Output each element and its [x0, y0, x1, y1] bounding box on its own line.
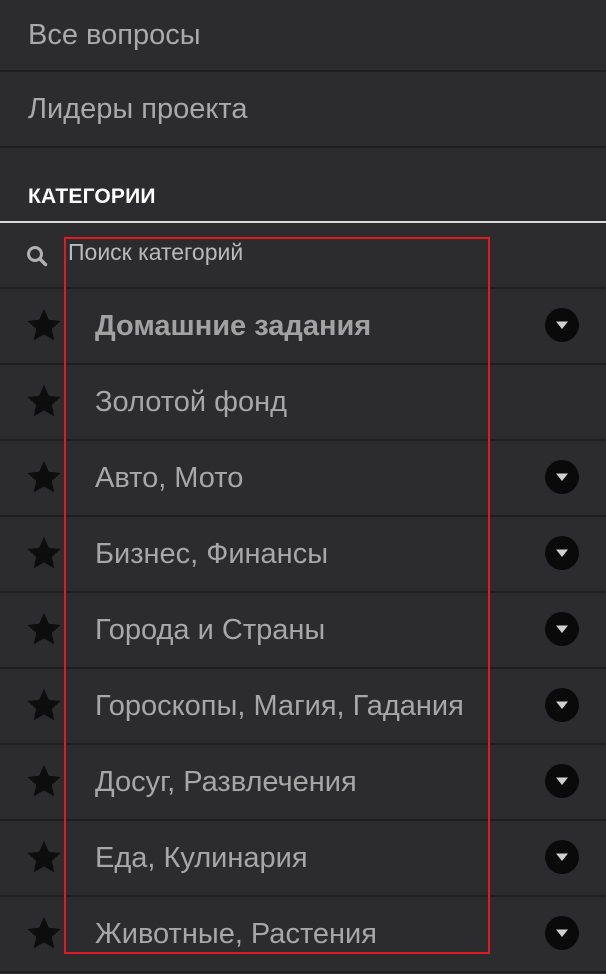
- star-icon[interactable]: [25, 914, 63, 952]
- chevron-down-icon[interactable]: [545, 764, 579, 798]
- chevron-down-icon[interactable]: [545, 536, 579, 570]
- star-icon[interactable]: [25, 306, 63, 344]
- star-icon[interactable]: [25, 610, 63, 648]
- nav-item-project-leaders[interactable]: Лидеры проекта: [0, 72, 606, 148]
- category-row[interactable]: Города и Страны: [0, 593, 606, 669]
- star-icon[interactable]: [25, 458, 63, 496]
- category-label: Досуг, Развлечения: [95, 765, 357, 798]
- star-icon[interactable]: [25, 838, 63, 876]
- categories-header-label: КАТЕГОРИИ: [28, 185, 156, 208]
- category-row[interactable]: Домашние задания: [0, 289, 606, 365]
- category-row[interactable]: Животные, Растения: [0, 897, 606, 973]
- category-label: Города и Страны: [95, 613, 326, 646]
- nav-item-label: Все вопросы: [28, 18, 201, 51]
- star-icon[interactable]: [25, 762, 63, 800]
- category-label: Домашние задания: [95, 309, 372, 342]
- category-label: Авто, Мото: [95, 461, 244, 494]
- star-icon[interactable]: [25, 382, 63, 420]
- chevron-down-icon[interactable]: [545, 916, 579, 950]
- star-icon[interactable]: [25, 534, 63, 572]
- category-label: Животные, Растения: [95, 917, 377, 950]
- category-row[interactable]: Авто, Мото: [0, 441, 606, 517]
- category-label: Бизнес, Финансы: [95, 537, 329, 570]
- search-icon: [27, 246, 48, 267]
- category-label: Еда, Кулинария: [95, 841, 308, 874]
- category-search: [0, 223, 606, 289]
- category-row[interactable]: Досуг, Развлечения: [0, 745, 606, 821]
- nav-item-all-questions[interactable]: Все вопросы: [0, 0, 606, 72]
- chevron-down-icon[interactable]: [545, 460, 579, 494]
- category-row[interactable]: Бизнес, Финансы: [0, 517, 606, 593]
- star-icon[interactable]: [25, 686, 63, 724]
- chevron-down-icon[interactable]: [545, 612, 579, 646]
- category-label: Гороскопы, Магия, Гадания: [95, 689, 464, 722]
- chevron-down-icon[interactable]: [545, 688, 579, 722]
- category-label: Золотой фонд: [95, 385, 288, 418]
- nav-menu: Все вопросы Лидеры проекта: [0, 0, 606, 148]
- category-search-input[interactable]: [68, 239, 488, 266]
- category-row[interactable]: Гороскопы, Магия, Гадания: [0, 669, 606, 745]
- category-row[interactable]: Золотой фонд: [0, 365, 606, 441]
- category-row[interactable]: Еда, Кулинария: [0, 821, 606, 897]
- chevron-down-icon[interactable]: [545, 840, 579, 874]
- categories-header: КАТЕГОРИИ: [0, 148, 606, 223]
- chevron-down-icon[interactable]: [545, 308, 579, 342]
- nav-item-label: Лидеры проекта: [28, 92, 248, 125]
- category-list: Домашние задания Золотой фонд Авто, Мото Би…: [0, 289, 606, 973]
